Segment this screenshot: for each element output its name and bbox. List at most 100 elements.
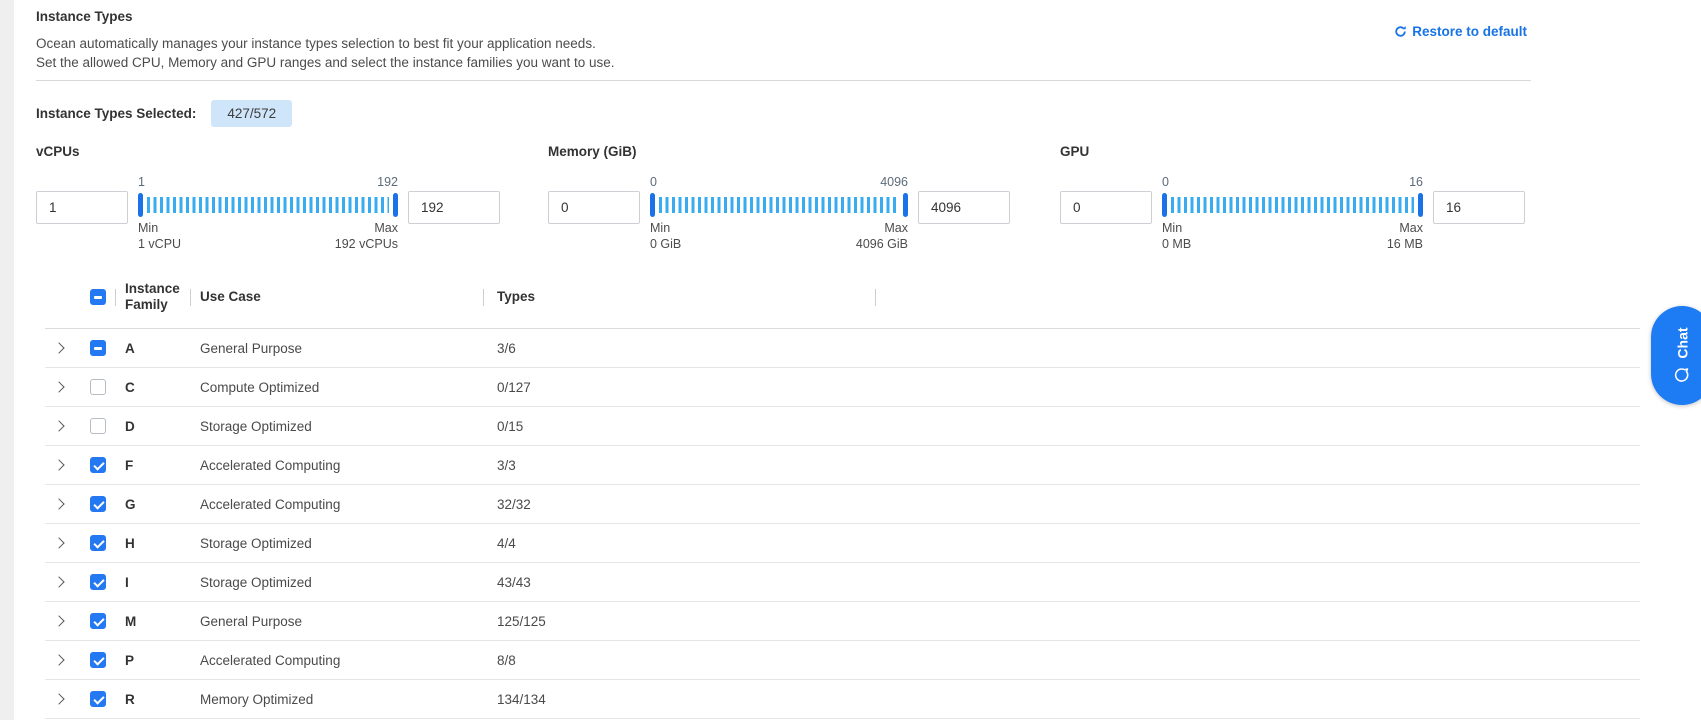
min-label: Min xyxy=(138,220,158,236)
vcpus-min-handle[interactable] xyxy=(138,193,143,217)
table-row[interactable]: G Accelerated Computing 32/32 xyxy=(45,485,1640,524)
instance-family-cell: A xyxy=(125,341,200,356)
memory-min-value-label: 0 xyxy=(650,175,657,191)
types-cell: 43/43 xyxy=(497,575,882,590)
use-case-cell: Storage Optimized xyxy=(200,575,497,590)
table-row[interactable]: D Storage Optimized 0/15 xyxy=(45,407,1640,446)
memory-max-value-label: 4096 xyxy=(880,175,908,191)
vcpus-min-input[interactable] xyxy=(36,191,128,224)
row-checkbox[interactable] xyxy=(90,340,106,356)
chat-button[interactable]: Chat xyxy=(1651,306,1701,405)
slider-ticks xyxy=(147,197,389,213)
column-header-instance-family: Instance Family xyxy=(125,281,200,313)
row-checkbox[interactable] xyxy=(90,574,106,590)
types-cell: 125/125 xyxy=(497,614,882,629)
min-sub-label: 0 MB xyxy=(1162,236,1191,252)
panel-header: Instance Types Ocean automatically manag… xyxy=(36,0,1665,81)
use-case-cell: Accelerated Computing xyxy=(200,458,497,473)
expand-chevron-icon[interactable] xyxy=(53,654,64,665)
max-sub-label: 16 MB xyxy=(1387,236,1423,252)
expand-chevron-icon[interactable] xyxy=(53,381,64,392)
row-checkbox[interactable] xyxy=(90,691,106,707)
chat-bubble-icon xyxy=(1674,367,1691,384)
max-sub-label: 4096 GiB xyxy=(856,236,908,252)
memory-max-handle[interactable] xyxy=(903,193,908,217)
gpu-max-handle[interactable] xyxy=(1418,193,1423,217)
table-header: Instance Family Use Case Types xyxy=(45,266,1640,329)
table-row[interactable]: C Compute Optimized 0/127 xyxy=(45,368,1640,407)
types-cell: 0/127 xyxy=(497,380,882,395)
instance-types-panel: Instance Types Ocean automatically manag… xyxy=(36,0,1665,719)
vcpus-max-value-label: 192 xyxy=(377,175,398,191)
gpu-range-slider[interactable] xyxy=(1162,193,1423,217)
restore-label: Restore to default xyxy=(1412,24,1527,39)
table-row[interactable]: H Storage Optimized 4/4 xyxy=(45,524,1640,563)
instance-family-cell: D xyxy=(125,419,200,434)
row-checkbox[interactable] xyxy=(90,652,106,668)
expand-chevron-icon[interactable] xyxy=(53,693,64,704)
gpu-max-value-label: 16 xyxy=(1409,175,1423,191)
table-row[interactable]: F Accelerated Computing 3/3 xyxy=(45,446,1640,485)
expand-chevron-icon[interactable] xyxy=(53,576,64,587)
types-cell: 8/8 xyxy=(497,653,882,668)
select-all-checkbox[interactable] xyxy=(90,289,106,305)
expand-chevron-icon[interactable] xyxy=(53,342,64,353)
selection-summary: Instance Types Selected: 427/572 xyxy=(36,99,1665,127)
use-case-cell: Accelerated Computing xyxy=(200,653,497,668)
gpu-min-handle[interactable] xyxy=(1162,193,1167,217)
row-checkbox[interactable] xyxy=(90,613,106,629)
instance-family-cell: F xyxy=(125,458,200,473)
slider-ticks xyxy=(659,197,899,213)
slider-ticks xyxy=(1171,197,1414,213)
memory-title: Memory (GiB) xyxy=(548,144,1010,159)
row-checkbox[interactable] xyxy=(90,379,106,395)
min-sub-label: 0 GiB xyxy=(650,236,681,252)
row-checkbox[interactable] xyxy=(90,535,106,551)
instance-family-cell: P xyxy=(125,653,200,668)
memory-min-input[interactable] xyxy=(548,191,640,224)
min-label: Min xyxy=(650,220,670,236)
column-header-use-case: Use Case xyxy=(200,289,497,305)
column-divider xyxy=(483,289,484,306)
use-case-cell: Memory Optimized xyxy=(200,692,497,707)
gpu-min-input[interactable] xyxy=(1060,191,1152,224)
vcpus-max-handle[interactable] xyxy=(393,193,398,217)
table-row[interactable]: I Storage Optimized 43/43 xyxy=(45,563,1640,602)
column-header-types: Types xyxy=(497,289,882,305)
instance-family-cell: H xyxy=(125,536,200,551)
description-line-2: Set the allowed CPU, Memory and GPU rang… xyxy=(36,53,1665,72)
memory-max-input[interactable] xyxy=(918,191,1010,224)
vcpus-range-slider[interactable] xyxy=(138,193,398,217)
use-case-cell: Storage Optimized xyxy=(200,536,497,551)
types-cell: 3/3 xyxy=(497,458,882,473)
memory-range-slider[interactable] xyxy=(650,193,908,217)
gpu-max-input[interactable] xyxy=(1433,191,1525,224)
expand-chevron-icon[interactable] xyxy=(53,537,64,548)
use-case-cell: Storage Optimized xyxy=(200,419,497,434)
left-gutter xyxy=(0,0,14,720)
column-divider xyxy=(875,289,876,306)
restore-to-default-button[interactable]: Restore to default xyxy=(1394,24,1527,39)
table-row[interactable]: P Accelerated Computing 8/8 xyxy=(45,641,1640,680)
expand-chevron-icon[interactable] xyxy=(53,420,64,431)
expand-chevron-icon[interactable] xyxy=(53,459,64,470)
column-divider xyxy=(115,289,116,306)
vcpus-slider-group: vCPUs 1 192 Min Max xyxy=(36,144,500,252)
table-row[interactable]: A General Purpose 3/6 xyxy=(45,329,1640,368)
instance-family-table: Instance Family Use Case Types A General… xyxy=(45,266,1640,719)
gpu-slider-group: GPU 0 16 Min Max xyxy=(1060,144,1525,252)
expand-chevron-icon[interactable] xyxy=(53,615,64,626)
use-case-cell: General Purpose xyxy=(200,341,497,356)
vcpus-max-input[interactable] xyxy=(408,191,500,224)
row-checkbox[interactable] xyxy=(90,496,106,512)
use-case-cell: Compute Optimized xyxy=(200,380,497,395)
max-label: Max xyxy=(1399,220,1423,236)
gpu-min-value-label: 0 xyxy=(1162,175,1169,191)
expand-chevron-icon[interactable] xyxy=(53,498,64,509)
use-case-cell: General Purpose xyxy=(200,614,497,629)
table-row[interactable]: R Memory Optimized 134/134 xyxy=(45,680,1640,719)
memory-min-handle[interactable] xyxy=(650,193,655,217)
row-checkbox[interactable] xyxy=(90,457,106,473)
row-checkbox[interactable] xyxy=(90,418,106,434)
table-row[interactable]: M General Purpose 125/125 xyxy=(45,602,1640,641)
